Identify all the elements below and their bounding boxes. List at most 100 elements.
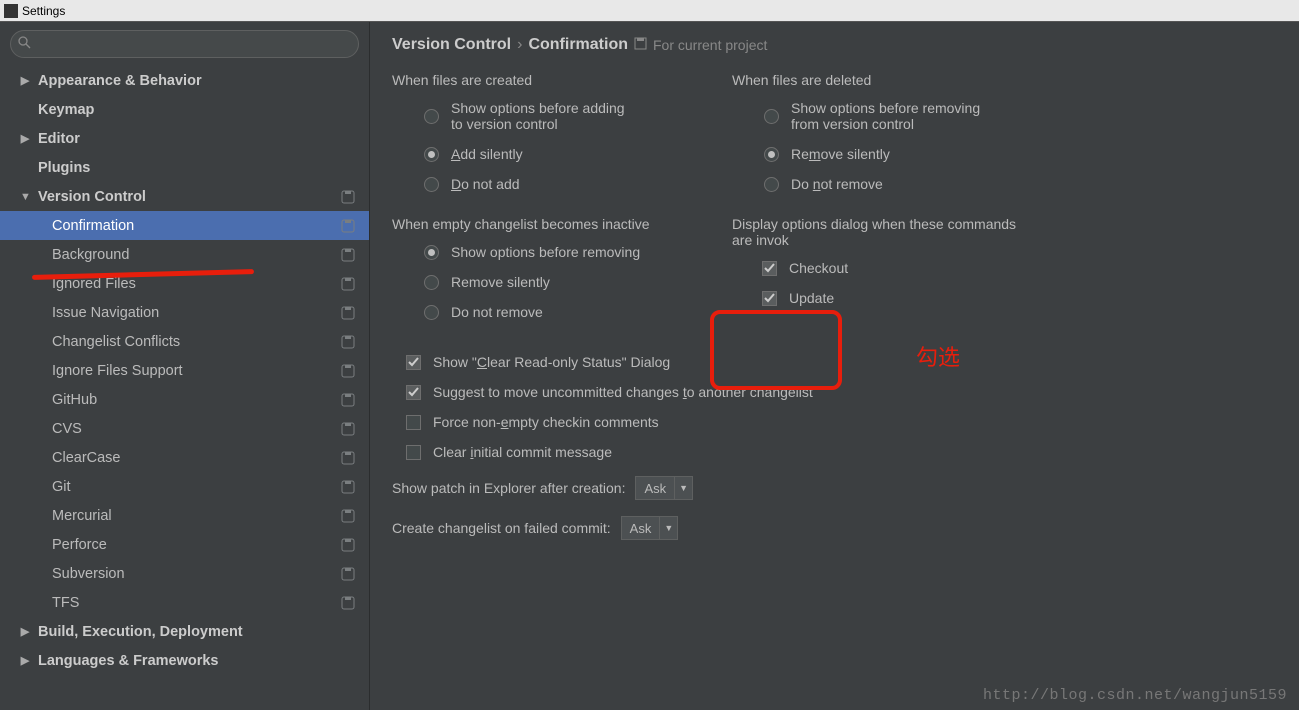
empty-opt-show[interactable]: Show options before removing bbox=[424, 244, 692, 260]
display-checkout[interactable]: Checkout bbox=[762, 260, 1032, 276]
project-scope-icon bbox=[341, 480, 355, 494]
sidebar-item-subversion[interactable]: Subversion bbox=[0, 559, 369, 588]
breadcrumb-root: Version Control bbox=[392, 36, 511, 54]
radio-icon bbox=[424, 109, 439, 124]
chevron-down-icon: ▼ bbox=[674, 477, 692, 499]
opt-label: to version control bbox=[451, 116, 625, 132]
opt-label: Do not remove bbox=[451, 304, 543, 320]
project-scope-icon bbox=[341, 567, 355, 581]
radio-icon bbox=[764, 177, 779, 192]
created-opt-silent[interactable]: Add silently bbox=[424, 146, 692, 162]
opt-label: Remove silently bbox=[451, 274, 550, 290]
radio-icon bbox=[424, 245, 439, 260]
created-opt-show[interactable]: Show options before adding to version co… bbox=[424, 100, 692, 132]
chk-label: Checkout bbox=[789, 260, 848, 276]
chk-label: Suggest to move uncommitted changes to a… bbox=[433, 384, 813, 400]
sidebar-item-label: Confirmation bbox=[52, 218, 134, 234]
chevron-right-icon: ▶ bbox=[20, 74, 30, 87]
opt-label: Do not add bbox=[451, 176, 520, 192]
project-scope-icon bbox=[341, 538, 355, 552]
sidebar-item-confirmation[interactable]: Confirmation bbox=[0, 211, 369, 240]
radio-icon bbox=[424, 305, 439, 320]
patch-explorer-label: Show patch in Explorer after creation: bbox=[392, 480, 625, 496]
project-scope-icon bbox=[341, 451, 355, 465]
sidebar-item-appearance-behavior[interactable]: ▶Appearance & Behavior bbox=[0, 66, 369, 95]
sidebar-item-label: Subversion bbox=[52, 566, 125, 582]
created-opt-none[interactable]: Do not add bbox=[424, 176, 692, 192]
radio-icon bbox=[424, 177, 439, 192]
sidebar-item-label: Mercurial bbox=[52, 508, 112, 524]
sidebar-item-label: Issue Navigation bbox=[52, 305, 159, 321]
sidebar-item-issue-navigation[interactable]: Issue Navigation bbox=[0, 298, 369, 327]
search-icon bbox=[18, 36, 31, 49]
sidebar-item-clearcase[interactable]: ClearCase bbox=[0, 443, 369, 472]
sidebar-item-label: Changelist Conflicts bbox=[52, 334, 180, 350]
misc-clear-ro[interactable]: Show "Clear Read-only Status" Dialog bbox=[406, 354, 1277, 370]
sidebar-item-languages-frameworks[interactable]: ▶ Languages & Frameworks bbox=[0, 646, 369, 675]
app-icon bbox=[4, 4, 18, 18]
sidebar-item-version-control[interactable]: ▼ Version Control bbox=[0, 182, 369, 211]
sidebar-item-label: TFS bbox=[52, 595, 79, 611]
sidebar-item-keymap[interactable]: Keymap bbox=[0, 95, 369, 124]
sidebar-item-label: GitHub bbox=[52, 392, 97, 408]
checkbox-icon bbox=[406, 415, 421, 430]
sidebar-item-cvs[interactable]: CVS bbox=[0, 414, 369, 443]
sidebar-item-build-execution-deployment[interactable]: ▶Build, Execution, Deployment bbox=[0, 617, 369, 646]
checkbox-icon bbox=[762, 261, 777, 276]
sidebar-item-label: Version Control bbox=[38, 189, 146, 205]
sidebar-item-ignored-files[interactable]: Ignored Files bbox=[0, 269, 369, 298]
project-scope-label: For current project bbox=[653, 37, 767, 53]
radio-icon bbox=[424, 147, 439, 162]
misc-suggest-move[interactable]: Suggest to move uncommitted changes to a… bbox=[406, 384, 1277, 400]
chevron-down-icon: ▼ bbox=[659, 517, 677, 539]
project-scope-icon bbox=[341, 219, 355, 233]
sidebar-item-label: Background bbox=[52, 247, 129, 263]
misc-clear-commit[interactable]: Clear initial commit message bbox=[406, 444, 1277, 460]
misc-force-comments[interactable]: Force non-empty checkin comments bbox=[406, 414, 1277, 430]
sidebar-item-ignore-files-support[interactable]: Ignore Files Support bbox=[0, 356, 369, 385]
settings-sidebar: ▶Appearance & BehaviorKeymap▶EditorPlugi… bbox=[0, 22, 370, 710]
radio-icon bbox=[424, 275, 439, 290]
project-scope-icon bbox=[341, 277, 355, 291]
opt-label: Do not remove bbox=[791, 176, 883, 192]
sidebar-item-mercurial[interactable]: Mercurial bbox=[0, 501, 369, 530]
sidebar-item-github[interactable]: GitHub bbox=[0, 385, 369, 414]
sidebar-item-tfs[interactable]: TFS bbox=[0, 588, 369, 617]
sidebar-item-label: Editor bbox=[38, 131, 80, 147]
chevron-down-icon: ▼ bbox=[20, 191, 30, 203]
radio-icon bbox=[764, 109, 779, 124]
opt-label: Remove silently bbox=[791, 146, 890, 162]
sidebar-item-label: Languages & Frameworks bbox=[38, 653, 219, 669]
search-input[interactable] bbox=[10, 30, 359, 58]
patch-explorer-dropdown[interactable]: Ask ▼ bbox=[635, 476, 693, 500]
sidebar-item-background[interactable]: Background bbox=[0, 240, 369, 269]
empty-opt-none[interactable]: Do not remove bbox=[424, 304, 692, 320]
sidebar-item-plugins[interactable]: Plugins bbox=[0, 153, 369, 182]
checkbox-icon bbox=[406, 355, 421, 370]
sidebar-item-perforce[interactable]: Perforce bbox=[0, 530, 369, 559]
chk-label: Update bbox=[789, 290, 834, 306]
deleted-heading: When files are deleted bbox=[732, 72, 1032, 88]
sidebar-item-editor[interactable]: ▶Editor bbox=[0, 124, 369, 153]
window-title-bar: Settings bbox=[0, 0, 1299, 22]
sidebar-item-changelist-conflicts[interactable]: Changelist Conflicts bbox=[0, 327, 369, 356]
checkbox-icon bbox=[762, 291, 777, 306]
deleted-opt-show[interactable]: Show options before removing from versio… bbox=[764, 100, 1032, 132]
display-update[interactable]: Update bbox=[762, 290, 1032, 306]
chk-label: Force non-empty checkin comments bbox=[433, 414, 659, 430]
opt-label: Add silently bbox=[451, 146, 523, 162]
empty-opt-silent[interactable]: Remove silently bbox=[424, 274, 692, 290]
opt-label: Show options before removing bbox=[791, 100, 980, 116]
sidebar-item-label: Perforce bbox=[52, 537, 107, 553]
sidebar-item-git[interactable]: Git bbox=[0, 472, 369, 501]
deleted-opt-silent[interactable]: Remove silently bbox=[764, 146, 1032, 162]
failed-commit-dropdown[interactable]: Ask ▼ bbox=[621, 516, 679, 540]
dropdown-value: Ask bbox=[636, 481, 674, 496]
project-scope-icon bbox=[341, 364, 355, 378]
opt-label: from version control bbox=[791, 116, 980, 132]
deleted-opt-none[interactable]: Do not remove bbox=[764, 176, 1032, 192]
project-scope-icon bbox=[341, 393, 355, 407]
project-scope-icon bbox=[634, 37, 647, 53]
breadcrumb-sep: › bbox=[517, 36, 522, 54]
chevron-right-icon: ▶ bbox=[20, 654, 30, 667]
